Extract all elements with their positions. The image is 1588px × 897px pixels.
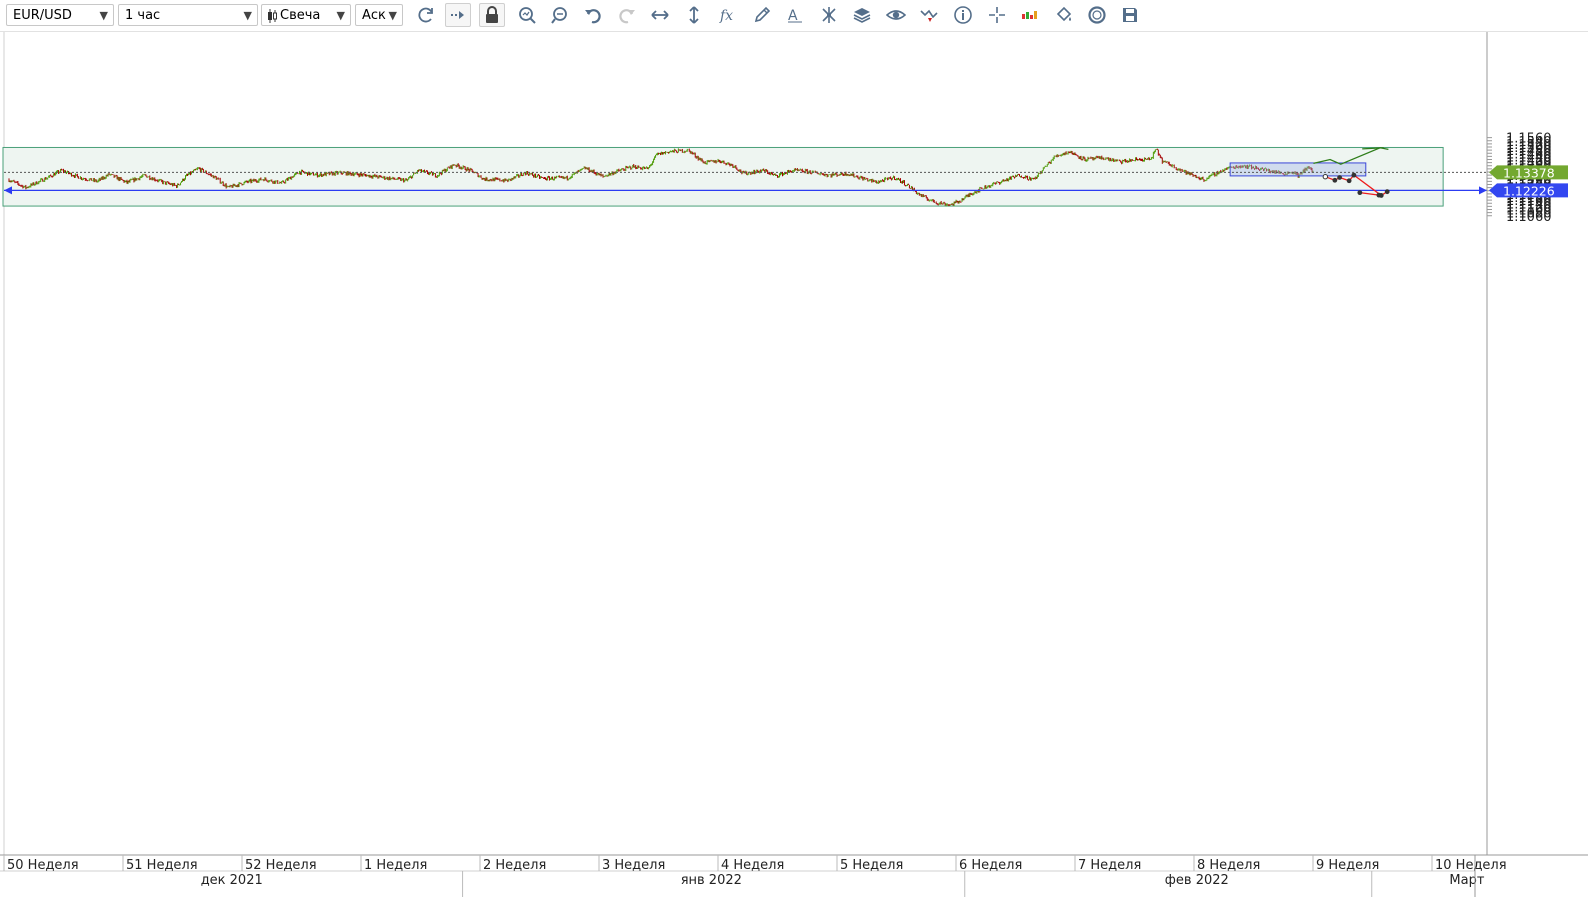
- week-label: 5 Неделя: [840, 858, 903, 873]
- week-label: 9 Неделя: [1316, 858, 1379, 873]
- symbol-select-value: EUR/USD: [13, 8, 72, 23]
- month-label: Март: [1449, 873, 1484, 888]
- support-line-right-arrow: [1479, 186, 1487, 195]
- redo-button[interactable]: [614, 3, 640, 27]
- chart-type-select[interactable]: Свеча ▼: [261, 4, 351, 26]
- save-icon: [1123, 8, 1137, 22]
- chevron-down-icon: ▼: [388, 9, 397, 22]
- signals-button[interactable]: [916, 3, 942, 27]
- indicators-icon: fx: [719, 8, 733, 24]
- volume-button[interactable]: [1017, 3, 1043, 27]
- save-button[interactable]: [1117, 3, 1143, 27]
- price-chart[interactable]: 1.15601.15401.15201.15001.14801.14601.14…: [0, 32, 1588, 897]
- week-label: 3 Неделя: [602, 858, 665, 873]
- cursor-cross-icon: [989, 7, 1005, 23]
- lock-button[interactable]: [479, 3, 505, 27]
- week-label: 4 Неделя: [721, 858, 784, 873]
- autoscroll-button[interactable]: [445, 3, 471, 27]
- theme-icon: [1088, 6, 1106, 24]
- week-label: 52 Неделя: [245, 858, 317, 873]
- last-price-tag: 1.13378: [1503, 165, 1555, 180]
- month-label: янв 2022: [681, 873, 742, 888]
- fit-vertical-icon: [689, 6, 699, 24]
- bear-point-1: [1337, 175, 1343, 180]
- chart-type-select-value: Свеча: [280, 8, 321, 23]
- eye-icon: [886, 10, 906, 20]
- month-label: фев 2022: [1165, 873, 1229, 888]
- theme-button[interactable]: [1084, 3, 1110, 27]
- draw-icon: [754, 6, 771, 23]
- volume-icon: [1022, 11, 1037, 19]
- undo-icon: [585, 9, 601, 24]
- timeframe-select-value: 1 час: [125, 8, 161, 23]
- bear-point-2: [1346, 178, 1352, 184]
- price-tick-label: 1.1060: [1506, 210, 1552, 225]
- eye-button[interactable]: [883, 3, 909, 27]
- zoom-out-button[interactable]: [547, 3, 573, 27]
- bear-point-7: [1376, 192, 1382, 198]
- refresh-icon: [418, 7, 433, 23]
- bear-point-5: [1384, 189, 1390, 195]
- color-fill-button[interactable]: [1051, 3, 1077, 27]
- undo-button[interactable]: [580, 3, 606, 27]
- candle-icon: [267, 9, 277, 31]
- month-label: дек 2021: [201, 873, 263, 888]
- zoom-out-icon: [551, 7, 567, 24]
- crosshair-button[interactable]: [816, 3, 842, 27]
- week-label: 51 Неделя: [126, 858, 198, 873]
- week-label: 8 Неделя: [1197, 858, 1260, 873]
- week-label: 10 Неделя: [1435, 858, 1507, 873]
- price-side-select-value: Аск: [362, 8, 386, 23]
- lock-icon: [486, 6, 498, 23]
- draw-button[interactable]: [749, 3, 775, 27]
- bear-point-3: [1351, 172, 1357, 178]
- redo-icon: [619, 9, 635, 24]
- week-label: 7 Неделя: [1078, 858, 1141, 873]
- bear-point-6: [1357, 190, 1363, 196]
- bear-point-0: [1332, 177, 1338, 183]
- fit-horizontal-icon: [651, 10, 669, 20]
- indicators-button[interactable]: fx: [715, 3, 741, 27]
- consolidation-rectangle: [1229, 162, 1367, 177]
- color-fill-icon: [1056, 6, 1072, 22]
- timeframe-select[interactable]: 1 час ▼: [118, 4, 258, 26]
- week-label: 2 Неделя: [483, 858, 546, 873]
- week-label: 1 Неделя: [364, 858, 427, 873]
- chevron-down-icon: ▼: [243, 9, 252, 22]
- signals-icon: [920, 9, 938, 22]
- toolbar: EUR/USD ▼ 1 час ▼ Свеча ▼ Аск ▼ fx A: [0, 0, 1588, 32]
- bear-point-start: [1322, 173, 1329, 180]
- text-tool-button[interactable]: A: [782, 3, 808, 27]
- crosshair-icon: [822, 7, 836, 23]
- autoscroll-icon: [451, 11, 464, 19]
- fit-horizontal-button[interactable]: [647, 3, 673, 27]
- layers-button[interactable]: [849, 3, 875, 27]
- chevron-down-icon: ▼: [99, 9, 108, 22]
- week-label: 6 Неделя: [959, 858, 1022, 873]
- price-side-select[interactable]: Аск ▼: [355, 4, 403, 26]
- info-button[interactable]: [950, 3, 976, 27]
- zoom-in-icon: [519, 7, 536, 24]
- range-rectangle: [2, 146, 1444, 207]
- info-icon: [954, 6, 972, 24]
- symbol-select[interactable]: EUR/USD ▼: [6, 4, 114, 26]
- support-price-tag: 1.12226: [1503, 183, 1555, 198]
- cursor-cross-button[interactable]: [984, 3, 1010, 27]
- layers-icon: [853, 8, 871, 23]
- text-tool-icon: A: [788, 8, 802, 24]
- week-label: 50 Неделя: [7, 858, 79, 873]
- svg-text:fx: fx: [719, 8, 733, 24]
- refresh-button[interactable]: [413, 3, 439, 27]
- chevron-down-icon: ▼: [336, 9, 345, 22]
- fit-vertical-button[interactable]: [681, 3, 707, 27]
- zoom-in-button[interactable]: [514, 3, 540, 27]
